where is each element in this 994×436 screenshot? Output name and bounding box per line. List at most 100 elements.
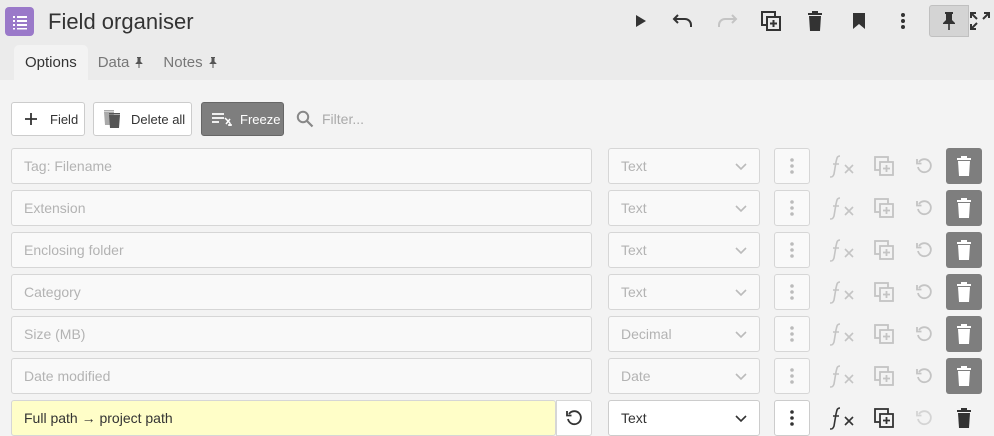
tab-label: Notes	[163, 54, 203, 71]
field-more-button[interactable]	[774, 190, 810, 226]
field-delete-button[interactable]	[946, 358, 982, 394]
field-formula-button[interactable]	[828, 406, 858, 430]
field-duplicate-button[interactable]	[872, 406, 896, 430]
function-icon	[829, 365, 854, 388]
field-row: Tag: Filename Text	[0, 148, 994, 184]
field-name-input[interactable]: Category	[11, 274, 592, 310]
field-row: Full path → project path Text	[0, 400, 994, 436]
field-reset-button[interactable]	[912, 322, 936, 346]
function-icon	[829, 155, 854, 178]
freeze-label: Freeze	[240, 111, 281, 127]
field-reset-button[interactable]	[912, 238, 936, 262]
field-name-input[interactable]: Tag: Filename	[11, 148, 592, 184]
field-name-input[interactable]: Size (MB)	[11, 316, 592, 352]
chevron-down-icon	[735, 415, 747, 423]
field-name-reset-button[interactable]	[556, 400, 592, 436]
field-type-select[interactable]: Date	[608, 358, 760, 394]
redo-button[interactable]	[711, 6, 743, 36]
field-formula-button[interactable]	[828, 280, 858, 304]
field-duplicate-button[interactable]	[872, 238, 896, 262]
undo-button[interactable]	[667, 6, 699, 36]
field-reset-button[interactable]	[912, 196, 936, 220]
field-row: Category Text	[0, 274, 994, 310]
field-more-button[interactable]	[774, 232, 810, 268]
more-vertical-icon	[790, 242, 794, 258]
field-name-input[interactable]: Date modified	[11, 358, 592, 394]
reset-icon	[916, 242, 932, 258]
field-delete-button[interactable]	[946, 232, 982, 268]
delete-button[interactable]	[799, 6, 831, 36]
field-formula-button[interactable]	[828, 364, 858, 388]
field-formula-button[interactable]	[828, 196, 858, 220]
field-more-button[interactable]	[774, 148, 810, 184]
field-type-select[interactable]: Decimal	[608, 316, 760, 352]
field-delete-button[interactable]	[946, 316, 982, 352]
field-more-button[interactable]	[774, 358, 810, 394]
tab-data[interactable]: Data	[88, 45, 154, 80]
more-vertical-icon	[790, 284, 794, 300]
trash-icon	[957, 240, 971, 260]
field-more-button[interactable]	[774, 316, 810, 352]
bookmark-button[interactable]	[843, 6, 875, 36]
field-delete-button[interactable]	[946, 190, 982, 226]
more-vertical-icon	[790, 200, 794, 216]
field-type-label: Text	[621, 158, 647, 174]
field-name-input[interactable]: Full path → project path	[11, 400, 556, 436]
field-duplicate-button[interactable]	[872, 154, 896, 178]
field-type-label: Text	[621, 200, 647, 216]
field-type-select[interactable]: Text	[608, 274, 760, 310]
field-type-select[interactable]: Text	[608, 232, 760, 268]
field-duplicate-button[interactable]	[872, 322, 896, 346]
play-button[interactable]	[624, 6, 656, 36]
field-type-label: Text	[621, 284, 647, 300]
delete-all-label: Delete all	[131, 111, 186, 127]
duplicate-icon	[874, 408, 894, 428]
more-vertical-icon	[901, 13, 905, 29]
field-type-select[interactable]: Text	[608, 190, 760, 226]
freeze-button[interactable]: Freeze	[201, 102, 284, 136]
duplicate-button[interactable]	[755, 6, 787, 36]
field-reset-button[interactable]	[912, 280, 936, 304]
field-reset-button[interactable]	[912, 364, 936, 388]
field-delete-button[interactable]	[946, 148, 982, 184]
field-more-button[interactable]	[774, 274, 810, 310]
delete-all-button[interactable]: Delete all	[93, 102, 192, 136]
list-icon	[5, 7, 34, 36]
field-formula-button[interactable]	[828, 154, 858, 178]
plus-icon	[25, 113, 37, 125]
duplicate-icon	[874, 324, 894, 344]
field-formula-button[interactable]	[828, 238, 858, 262]
field-formula-button[interactable]	[828, 322, 858, 346]
duplicate-icon	[761, 11, 781, 31]
add-field-label: Field	[50, 111, 79, 127]
field-name-input[interactable]: Extension	[11, 190, 592, 226]
reset-icon	[916, 158, 932, 174]
field-reset-button[interactable]	[912, 154, 936, 178]
add-field-button[interactable]: Field	[11, 102, 85, 136]
field-name-input[interactable]: Enclosing folder	[11, 232, 592, 268]
field-row: Extension Text	[0, 190, 994, 226]
field-duplicate-button[interactable]	[872, 364, 896, 388]
tab-label: Data	[97, 54, 130, 71]
tab-notes[interactable]: Notes	[153, 45, 226, 80]
more-button[interactable]	[887, 6, 919, 36]
trash-stack-icon	[104, 110, 120, 128]
field-row: Date modified Date	[0, 358, 994, 394]
field-duplicate-button[interactable]	[872, 280, 896, 304]
field-more-button[interactable]	[774, 400, 810, 436]
fullscreen-button[interactable]	[969, 6, 994, 36]
field-duplicate-button[interactable]	[872, 196, 896, 220]
more-vertical-icon	[790, 326, 794, 342]
field-reset-button[interactable]	[912, 406, 936, 430]
more-vertical-icon	[790, 410, 794, 426]
tab-options[interactable]: Options	[14, 45, 88, 80]
field-delete-button[interactable]	[946, 400, 982, 436]
field-delete-button[interactable]	[946, 274, 982, 310]
play-icon	[636, 15, 646, 27]
filter-input[interactable]: Filter...	[296, 104, 456, 134]
field-type-select[interactable]: Text	[608, 400, 760, 436]
field-type-select[interactable]: Text	[608, 148, 760, 184]
pin-toggle-button[interactable]	[929, 5, 969, 37]
function-icon	[829, 407, 854, 430]
function-icon	[829, 281, 854, 304]
